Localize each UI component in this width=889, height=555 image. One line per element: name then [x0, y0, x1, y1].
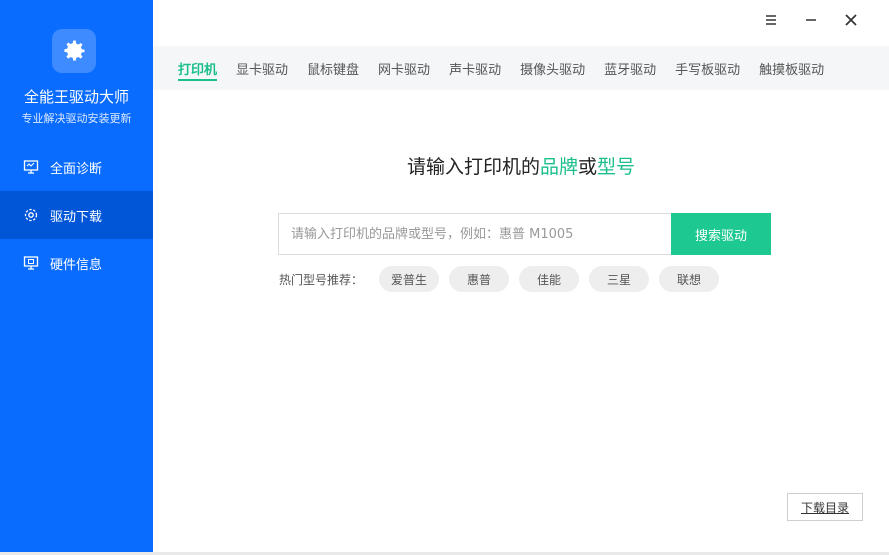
search-driver-button[interactable]: 搜索驱动	[671, 213, 771, 255]
heading-prefix: 请输入打印机的	[406, 156, 540, 178]
tab-printer[interactable]: 打印机	[178, 46, 218, 90]
sidebar-item-label: 全面诊断	[50, 161, 103, 177]
heading-model: 型号	[597, 156, 636, 178]
sidebar-nav: 全面诊断 驱动下载 硬件信息	[0, 143, 153, 287]
hot-model-chip[interactable]: 爱普生	[379, 266, 440, 292]
hot-model-chip[interactable]: 惠普	[449, 266, 510, 292]
search-bar: 搜索驱动	[278, 213, 771, 255]
sidebar-item-driver-download[interactable]: 驱动下载	[0, 191, 153, 239]
minimize-button[interactable]	[791, 8, 831, 32]
sidebar: 全能王驱动大师 专业解决驱动安装更新 全面诊断 驱动下载 硬件信息	[0, 0, 153, 552]
category-tabs: 打印机 显卡驱动 鼠标键盘 网卡驱动 声卡驱动 摄像头驱动 蓝牙驱动 手写板驱动…	[153, 46, 889, 90]
sidebar-item-diagnosis[interactable]: 全面诊断	[0, 143, 153, 191]
app-subtitle: 专业解决驱动安装更新	[21, 112, 132, 125]
search-input[interactable]	[278, 213, 671, 255]
hot-model-chip[interactable]: 三星	[589, 266, 650, 292]
window-controls	[751, 8, 871, 32]
menu-icon	[766, 15, 776, 25]
gear-icon	[22, 206, 40, 224]
hot-model-chip[interactable]: 联想	[659, 266, 720, 292]
close-icon	[845, 14, 857, 26]
sidebar-item-hardware-info[interactable]: 硬件信息	[0, 239, 153, 287]
tab-network-driver[interactable]: 网卡驱动	[378, 46, 430, 90]
app-logo	[52, 29, 96, 73]
page-heading: 请输入打印机的品牌或型号	[153, 152, 889, 179]
app-name: 全能王驱动大师	[23, 88, 129, 106]
menu-button[interactable]	[751, 8, 791, 32]
hardware-icon	[22, 254, 40, 272]
hot-model-chip[interactable]: 佳能	[519, 266, 580, 292]
tab-touchpad-driver[interactable]: 触摸板驱动	[759, 46, 824, 90]
tab-bluetooth-driver[interactable]: 蓝牙驱动	[604, 46, 656, 90]
tab-sound-driver[interactable]: 声卡驱动	[449, 46, 501, 90]
hot-models: 热门型号推荐： 爱普生 惠普 佳能 三星 联想	[279, 266, 729, 292]
tab-mouse-keyboard[interactable]: 鼠标键盘	[307, 46, 359, 90]
monitor-icon	[22, 158, 40, 176]
heading-brand: 品牌	[539, 156, 578, 178]
hot-models-label: 热门型号推荐：	[279, 272, 364, 287]
tab-tablet-driver[interactable]: 手写板驱动	[675, 46, 740, 90]
close-button[interactable]	[831, 8, 871, 32]
sidebar-item-label: 硬件信息	[50, 257, 103, 273]
tab-camera-driver[interactable]: 摄像头驱动	[520, 46, 585, 90]
download-directory-button[interactable]: 下载目录	[787, 493, 863, 521]
sidebar-item-label: 驱动下载	[50, 209, 103, 225]
tab-graphics-driver[interactable]: 显卡驱动	[236, 46, 288, 90]
minimize-icon	[806, 19, 816, 21]
heading-or: 或	[578, 156, 598, 178]
gear-icon	[64, 40, 85, 61]
